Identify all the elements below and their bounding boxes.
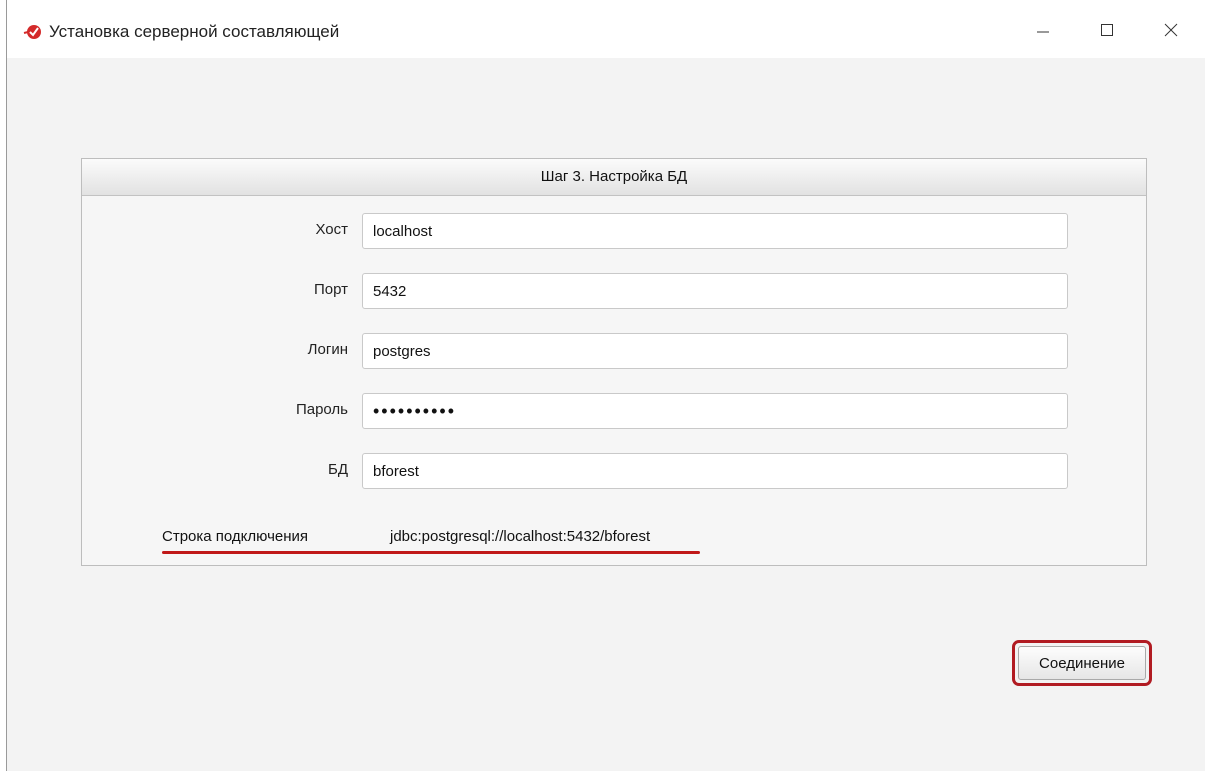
db-label: БД (327, 461, 348, 478)
panel-header: Шаг 3. Настройка БД (82, 159, 1146, 196)
connection-string-value: jdbc:postgresql://localhost:5432/bforest (390, 528, 651, 545)
installer-window: Установка серверной составляющей Шаг 3. … (6, 0, 1205, 771)
port-row: Порт (82, 273, 1146, 309)
maximize-button[interactable] (1087, 14, 1127, 48)
password-input[interactable] (362, 393, 1068, 429)
app-logo-icon (23, 22, 43, 42)
connect-button[interactable]: Соединение (1018, 646, 1146, 680)
minimize-button[interactable] (1023, 14, 1063, 48)
db-row: БД (82, 453, 1146, 489)
db-input[interactable] (362, 453, 1068, 489)
close-button[interactable] (1151, 14, 1191, 48)
window-title: Установка серверной составляющей (49, 22, 340, 41)
host-label: Хост (315, 221, 348, 238)
login-input[interactable] (362, 333, 1068, 369)
db-settings-panel: Шаг 3. Настройка БД Хост Порт Логин Паро… (81, 158, 1147, 566)
host-input[interactable] (362, 213, 1068, 249)
connect-highlight-frame: Соединение (1012, 640, 1152, 686)
minimize-icon (1037, 31, 1049, 33)
port-label: Порт (313, 281, 348, 298)
login-row: Логин (82, 333, 1146, 369)
host-row: Хост (82, 213, 1146, 249)
maximize-icon (1101, 24, 1113, 36)
title-bar[interactable]: Установка серверной составляющей (7, 0, 1205, 58)
connection-string-label: Строка подключения (162, 528, 309, 545)
password-row: Пароль (82, 393, 1146, 429)
password-label: Пароль (295, 401, 348, 418)
highlight-underline (162, 551, 700, 554)
close-icon (1164, 23, 1178, 37)
port-input[interactable] (362, 273, 1068, 309)
connection-string-row: Строка подключения jdbc:postgresql://loc… (162, 525, 1062, 555)
login-label: Логин (307, 341, 348, 358)
